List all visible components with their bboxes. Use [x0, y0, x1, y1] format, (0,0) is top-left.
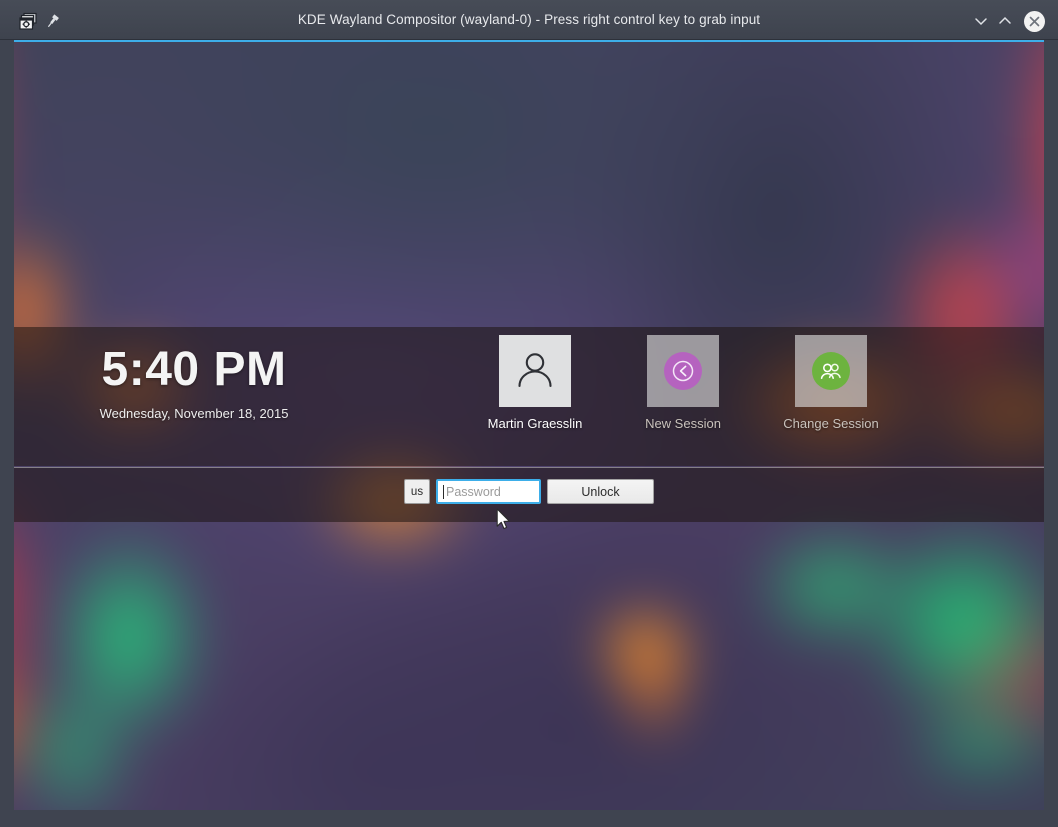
session-item-new-session[interactable]: New Session: [628, 335, 738, 431]
change-session-icon: [812, 352, 850, 390]
user-avatar-icon: [512, 346, 558, 397]
password-input[interactable]: Password: [436, 479, 541, 504]
pin-icon[interactable]: [45, 14, 60, 34]
session-item-change-session[interactable]: Change Session: [776, 335, 886, 431]
session-label-change-session: Change Session: [783, 416, 879, 431]
auth-row: us Password Unlock: [14, 479, 1044, 504]
chevron-up-icon[interactable]: [996, 12, 1014, 30]
window-title: KDE Wayland Compositor (wayland-0) - Pre…: [297, 12, 761, 27]
new-session-icon: [664, 352, 702, 390]
user-avatar-tile[interactable]: [499, 335, 571, 407]
session-selector: Martin Graesslin New Session Change Sess…: [480, 335, 886, 431]
keyboard-layout-button[interactable]: us: [404, 479, 430, 504]
password-placeholder: Password: [446, 484, 501, 499]
clock-time: 5:40 PM: [101, 343, 287, 396]
compositor-window: KDE Wayland Compositor (wayland-0) - Pre…: [0, 0, 1058, 827]
chevron-down-icon[interactable]: [972, 12, 990, 30]
session-item-user[interactable]: Martin Graesslin: [480, 335, 590, 431]
text-caret: [443, 484, 444, 499]
session-label-user: Martin Graesslin: [487, 416, 583, 431]
unlock-button[interactable]: Unlock: [547, 479, 654, 504]
compositor-windows-icon: [19, 12, 38, 36]
window-titlebar[interactable]: KDE Wayland Compositor (wayland-0) - Pre…: [0, 0, 1058, 40]
new-session-tile[interactable]: [647, 335, 719, 407]
close-x-icon[interactable]: [1024, 11, 1045, 32]
session-label-new-session: New Session: [645, 416, 721, 431]
clock-block: 5:40 PM Wednesday, November 18, 2015: [14, 342, 374, 421]
change-session-tile[interactable]: [795, 335, 867, 407]
clock-date: Wednesday, November 18, 2015: [99, 406, 289, 421]
lockscreen-surface: 5:40 PM Wednesday, November 18, 2015 Mar…: [14, 42, 1044, 810]
